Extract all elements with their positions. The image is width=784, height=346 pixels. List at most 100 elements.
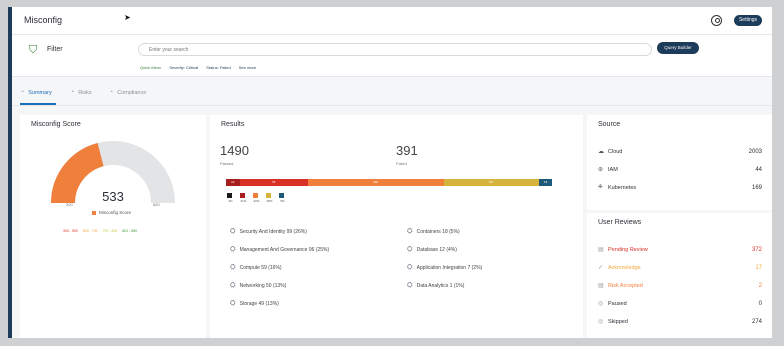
severity-pct: 28% <box>266 199 273 203</box>
severity-bar-segment: 78 <box>239 179 308 186</box>
category-item[interactable]: ⛭ Data Analytics 1 (1%) <box>407 282 464 290</box>
tab-compliance[interactable]: ◔ Compliance <box>109 89 146 96</box>
summary-icon: ◔ <box>20 89 25 96</box>
risk-icon: ◔ <box>70 89 75 96</box>
app-window: Misconfig ➤ Settings ⛉ Filter Query Buil… <box>8 7 772 338</box>
severity-pct: 4% <box>228 199 233 203</box>
source-panel: Source ☁ Cloud 2003 ⊛ IAM 44 ⎈ Kubernete… <box>587 115 772 210</box>
severity-legend-item: 40% <box>252 193 261 203</box>
review-row-pending[interactable]: ▤ Pending Review 372 <box>598 246 762 254</box>
score-value: 533 <box>102 189 124 204</box>
reviews-title: User Reviews <box>598 219 642 226</box>
category-icon: ⛭ <box>230 300 236 307</box>
kubernetes-icon: ⎈ <box>598 184 603 190</box>
category-icon: ⛭ <box>407 246 413 253</box>
source-row-kubernetes[interactable]: ⎈ Kubernetes 169 <box>598 184 762 191</box>
iam-icon: ⊛ <box>598 167 604 173</box>
severity-swatch <box>253 193 258 198</box>
category-item[interactable]: ⛭ Compute 59 (16%) <box>230 264 282 272</box>
review-row-acknowledge[interactable]: ✓ Acknowledge 17 <box>598 264 762 272</box>
results-title: Results <box>221 121 245 128</box>
category-item[interactable]: ⛭ Networking 50 (13%) <box>230 282 286 290</box>
severity-legend-item: 21% <box>239 193 248 203</box>
category-icon: ⛭ <box>230 264 236 271</box>
category-icon: ⛭ <box>407 264 413 271</box>
category-icon: ⛭ <box>407 282 413 289</box>
score-legend: Misconfig Score <box>92 210 131 215</box>
severity-bar-segment: 12 <box>226 179 240 186</box>
range-label: 700 - 800 <box>102 229 118 233</box>
skipped-icon: ◎ <box>598 319 604 325</box>
severity-pct: 21% <box>240 199 247 203</box>
see-more-link[interactable]: See more <box>239 65 256 70</box>
gauge-min-label: 300 <box>66 202 73 207</box>
filter-label: Filter <box>47 46 63 53</box>
severity-bar-segment: 18 <box>538 179 553 186</box>
category-icon: ⛭ <box>407 228 413 235</box>
severity-pct: 5% <box>280 199 285 203</box>
severity-stacked-bar: 12 78 160 107 18 <box>226 179 566 186</box>
paused-icon: ◎ <box>598 301 604 307</box>
source-row-iam[interactable]: ⊛ IAM 44 <box>598 166 762 174</box>
severity-swatch <box>240 193 245 198</box>
severity-bar-segment: 160 <box>307 179 444 186</box>
severity-swatch <box>266 193 271 198</box>
source-row-cloud[interactable]: ☁ Cloud 2003 <box>598 148 762 156</box>
compliance-icon: ◔ <box>109 89 114 96</box>
user-icon[interactable] <box>711 15 722 26</box>
severity-critical-chip[interactable]: Severity: Critical <box>169 65 198 70</box>
review-row-skipped[interactable]: ◎ Skipped 274 <box>598 318 762 326</box>
severity-legend-item: 28% <box>265 193 274 203</box>
status-failed-chip[interactable]: Status: Failed <box>206 65 230 70</box>
passed-label: Passed <box>220 161 234 166</box>
severity-pct: 40% <box>253 199 260 203</box>
filter-bar: ⛉ Filter Query Builder Quick Menu Severi… <box>12 35 772 77</box>
category-item[interactable]: ⛭ Application Integration 7 (2%) <box>407 264 482 272</box>
quick-menu-link[interactable]: Quick Menu <box>140 65 161 70</box>
passed-count: 1490 <box>220 143 249 158</box>
quick-links: Quick Menu Severity: Critical Status: Fa… <box>140 65 256 70</box>
score-title: Misconfig Score <box>31 121 81 128</box>
settings-button[interactable]: Settings <box>734 15 762 26</box>
active-tab-indicator <box>20 103 56 105</box>
source-title: Source <box>598 121 621 128</box>
legend-swatch <box>92 210 96 215</box>
category-icon: ⛭ <box>230 282 236 289</box>
top-bar: Misconfig ➤ Settings <box>12 7 772 35</box>
range-label: 801 - 850 <box>122 229 138 233</box>
mouse-cursor-icon: ➤ <box>124 13 131 22</box>
tab-summary[interactable]: ◔ Summary <box>20 89 52 96</box>
severity-legend-item: 5% <box>278 193 287 203</box>
review-row-risk-accepted[interactable]: ▤ Risk Accepted 2 <box>598 282 762 290</box>
severity-swatch <box>227 193 232 198</box>
cloud-icon: ☁ <box>598 149 604 155</box>
user-reviews-panel: User Reviews ▤ Pending Review 372 ✓ Ackn… <box>587 213 772 338</box>
search-input[interactable] <box>138 43 652 56</box>
failed-count: 391 <box>396 143 418 158</box>
category-icon: ⛭ <box>230 228 236 235</box>
category-item[interactable]: ⛭ Database 12 (4%) <box>407 246 457 254</box>
category-item[interactable]: ⛭ Storage 49 (13%) <box>230 300 279 308</box>
severity-legend-item: 4% <box>226 193 235 203</box>
pending-icon: ▤ <box>598 247 604 253</box>
tab-bar: ◔ Summary ◔ Risks ◔ Compliance <box>12 78 772 106</box>
gauge-max-label: 850 <box>153 202 160 207</box>
severity-swatch <box>279 193 284 198</box>
query-builder-button[interactable]: Query Builder <box>657 42 699 54</box>
review-row-paused[interactable]: ◎ Paused 0 <box>598 300 762 308</box>
category-item[interactable]: ⛭ Containers 18 (5%) <box>407 228 460 236</box>
tab-risks[interactable]: ◔ Risks <box>70 89 92 96</box>
risk-accepted-icon: ▤ <box>598 283 604 289</box>
range-label: 500 - 700 <box>82 229 98 233</box>
category-item[interactable]: ⛭ Security And Identity 99 (26%) <box>230 228 307 236</box>
filter-icon: ⛉ <box>29 44 38 56</box>
category-item[interactable]: ⛭ Management And Governance 96 (25%) <box>230 246 329 254</box>
category-icon: ⛭ <box>230 246 236 253</box>
severity-bar-segment: 107 <box>443 179 539 186</box>
score-ranges: 300 - 500 500 - 700 700 - 800 801 - 850 <box>63 229 137 233</box>
misconfig-score-panel: Misconfig Score 533 300 850 Misconfig Sc… <box>20 115 206 338</box>
page-title: Misconfig <box>24 15 63 25</box>
failed-label: Failed <box>396 161 407 166</box>
results-panel: Results 1490 Passed 391 Failed 12 78 160 10… <box>210 115 583 338</box>
range-label: 300 - 500 <box>63 229 78 233</box>
